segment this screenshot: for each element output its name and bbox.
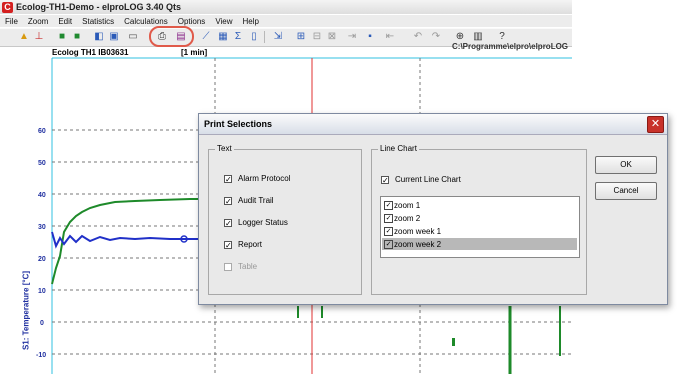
checkbox-box: ✓ [224,218,232,228]
file-path: C:\Programme\elpro\elproLOG [452,42,569,51]
menu-options[interactable]: Options [173,17,211,26]
ytick-label: 50 [38,160,46,167]
series-blue-line [51,231,200,249]
app-logo-icon: C [2,1,13,13]
zoom-chart-icon[interactable]: ⟋ [200,31,212,43]
text-group: Text ✓ Alarm Protocol ✓ Audit Trail ✓ Lo… [208,144,362,295]
chart-green-icon[interactable]: ■ [71,31,83,43]
checkbox-box: ✓ [381,175,389,185]
chart-icon[interactable]: ■ [56,31,68,43]
checkbox-box: ✓ [384,213,393,223]
print-buttons-highlight [149,26,194,47]
disk-icon[interactable]: ▪ [364,31,376,43]
report-icon[interactable]: ▯ [248,31,260,43]
ytick-label: 10 [38,288,46,295]
menu-edit[interactable]: Edit [53,17,77,26]
checkbox-box: ✓ [384,239,393,249]
alarm-icon[interactable]: ⊥ [33,31,45,43]
series-green-spike [452,338,455,346]
window-title: Ecolog-TH1-Demo - elproLOG 3.40 Qts [16,2,182,12]
statistics-icon[interactable]: Σ [232,31,244,43]
menu-bar: File Zoom Edit Statistics Calculations O… [0,15,572,27]
checkbox-label: Logger Status [238,218,288,227]
open-icon[interactable]: ▭ [127,31,139,43]
report-checkbox[interactable]: ✓ Report [224,240,262,249]
menu-view[interactable]: View [210,17,237,26]
list-item-label: zoom 2 [394,213,421,223]
toolbar-separator [264,31,265,43]
checkbox-box: ✓ [384,200,393,210]
list-item-label: zoom week 1 [394,226,442,236]
y-axis-label: S1: Temperature [°C] [21,270,31,351]
current-line-chart-checkbox[interactable]: ✓ Current Line Chart [381,175,461,184]
cancel-button[interactable]: Cancel [595,182,657,200]
ytick-label: 0 [40,320,44,327]
checkbox-box: ✓ [224,174,232,184]
list-item[interactable]: ✓ zoom 1 [382,199,577,211]
menu-calculations[interactable]: Calculations [119,17,173,26]
undo-icon[interactable]: ⇤ [384,31,396,43]
list-item[interactable]: ✓ zoom week 1 [382,225,577,237]
export-icon[interactable]: ⇲ [272,31,284,43]
zoom-out-icon[interactable]: ⊟ [311,31,323,43]
list-item-label: zoom 1 [394,200,421,210]
alarm-protocol-checkbox[interactable]: ✓ Alarm Protocol [224,174,290,183]
forward-icon[interactable]: ↷ [430,31,442,43]
save-icon[interactable]: ▣ [108,31,120,43]
dialog-title-bar: Print Selections ✕ [199,114,667,135]
checkbox-box [224,262,232,271]
zoom-in-icon[interactable]: ⊞ [295,31,307,43]
checkbox-label: Current Line Chart [395,175,461,184]
checkbox-box: ✓ [224,196,232,206]
dialog-title: Print Selections [204,119,273,129]
print-selections-dialog: Print Selections ✕ Text ✓ Alarm Protocol… [198,113,668,305]
ytick-label: 40 [38,192,46,199]
ytick-label: 20 [38,256,46,263]
back-icon[interactable]: ↶ [412,31,424,43]
zoom-reset-icon[interactable]: ⊠ [326,31,338,43]
title-bar: C Ecolog-TH1-Demo - elproLOG 3.40 Qts [0,0,572,14]
checkbox-box: ✓ [384,226,393,236]
zoom-listbox[interactable]: ✓ zoom 1 ✓ zoom 2 ✓ zoom week 1 ✓ zoom w… [380,196,580,258]
close-icon[interactable]: ✕ [647,116,664,133]
menu-file[interactable]: File [0,17,23,26]
checkbox-label: Audit Trail [238,196,274,205]
list-item-label: zoom week 2 [394,239,442,249]
ytick-label: 60 [38,128,46,135]
list-item[interactable]: ✓ zoom 2 [382,212,577,224]
logger-status-checkbox[interactable]: ✓ Logger Status [224,218,288,227]
ytick-label: 30 [38,224,46,231]
open-file-icon[interactable]: ◧ [93,31,105,43]
checkbox-box: ✓ [224,240,232,250]
table-icon[interactable]: ▦ [217,31,229,43]
ok-button[interactable]: OK [595,156,657,174]
menu-statistics[interactable]: Statistics [77,17,119,26]
list-item-selected[interactable]: ✓ zoom week 2 [382,238,577,250]
menu-help[interactable]: Help [238,17,264,26]
read-logger-icon[interactable]: ▲ [18,31,30,43]
checkbox-label: Report [238,240,263,249]
ytick-label: -10 [36,352,46,359]
text-group-label: Text [215,144,234,153]
checkbox-label: Table [238,262,258,271]
line-chart-group-label: Line Chart [378,144,419,153]
cursor-icon[interactable]: ⇥ [346,31,358,43]
menu-zoom[interactable]: Zoom [23,17,53,26]
audit-trail-checkbox[interactable]: ✓ Audit Trail [224,196,274,205]
checkbox-label: Alarm Protocol [238,174,291,183]
table-checkbox: Table [224,262,257,271]
